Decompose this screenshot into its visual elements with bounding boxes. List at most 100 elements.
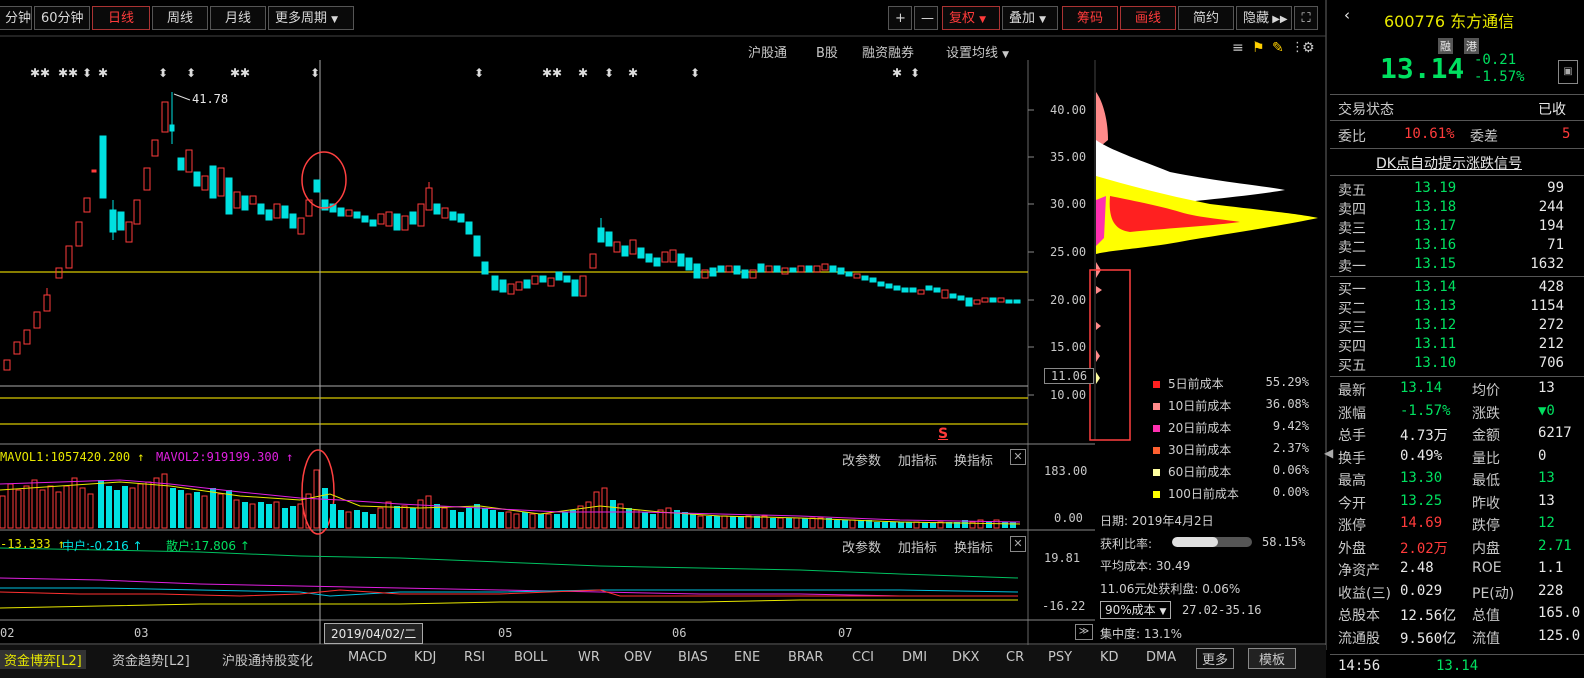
last-price: 13.14: [1380, 52, 1465, 85]
price-axis-label: 30.00: [1050, 197, 1087, 211]
close-icon[interactable]: ✕: [1010, 449, 1026, 465]
tab-cci[interactable]: CCI: [852, 650, 874, 665]
trade-status-label: 交易状态: [1338, 102, 1394, 118]
tab-dma[interactable]: DMA: [1146, 650, 1176, 665]
order-ratio-label: 委比: [1338, 129, 1366, 145]
bid-row-2: 买二 13.13 1154: [1338, 298, 1564, 317]
stat-value: 13.25: [1400, 492, 1443, 509]
x-axis-label: 05: [498, 626, 513, 640]
svg-text:✱: ✱: [628, 66, 638, 80]
tab-macd[interactable]: MACD: [348, 650, 387, 665]
tab-wr[interactable]: WR: [578, 650, 600, 665]
tab-dmi[interactable]: DMI: [902, 650, 927, 665]
volume-axis-label: 0.00: [1054, 511, 1083, 525]
scroll-right-icon[interactable]: ≫: [1075, 624, 1093, 640]
more-tabs-button[interactable]: 更多: [1196, 648, 1235, 669]
stat-label: 总手: [1338, 428, 1366, 444]
ask-row-5: 卖五 13.19 99: [1338, 180, 1564, 199]
cursor-date-label: 2019/04/02/二: [324, 623, 424, 644]
tab-boll[interactable]: BOLL: [514, 650, 547, 665]
stat-value: 0: [1538, 447, 1547, 464]
order-ratio-value: 10.61%: [1404, 126, 1455, 142]
tab-kd[interactable]: KD: [1100, 650, 1119, 665]
stock-code: 600776: [1384, 12, 1446, 31]
stat-value: 13: [1538, 470, 1555, 486]
tab-cr[interactable]: CR: [1006, 650, 1024, 665]
svg-text:✱✱: ✱✱: [58, 66, 78, 80]
stat-label: 最新: [1338, 383, 1366, 399]
scroll-left-icon[interactable]: ‹: [1344, 6, 1350, 24]
svg-text:⬍: ⬍: [186, 66, 196, 80]
cost-legend-item: 20日前成本 9.42%: [1153, 419, 1309, 437]
profit-at-price: 11.06元处获利盘: 0.06%: [1100, 582, 1241, 596]
stat-value: ▼0: [1538, 402, 1555, 419]
tab-obv[interactable]: OBV: [624, 650, 652, 665]
add-indicator-button-2[interactable]: 加指标: [898, 537, 937, 556]
price-change-pct: -1.57%: [1474, 69, 1525, 85]
tab-rsi[interactable]: RSI: [464, 650, 485, 665]
tab-fund-trend[interactable]: 资金趋势[L2]: [112, 650, 190, 669]
stat-label: 流值: [1472, 630, 1500, 647]
change-params-button[interactable]: 改参数: [842, 450, 881, 469]
stat-value: 228: [1538, 582, 1564, 599]
tick-price: 13.14: [1436, 658, 1479, 674]
legend-swatch: [1153, 491, 1160, 498]
tab-kdj[interactable]: KDJ: [414, 650, 436, 665]
legend-swatch: [1153, 447, 1160, 454]
svg-text:✱✱: ✱✱: [230, 66, 250, 80]
stat-label: 量比: [1472, 450, 1500, 467]
order-diff-value: 5: [1562, 126, 1571, 142]
stat-row: 总手 4.73万 金额 6217: [1338, 425, 1584, 445]
price-change: -0.21: [1474, 52, 1517, 68]
stat-row: 净资产 2.48 ROE 1.1: [1338, 560, 1584, 580]
ask-row-1: 卖一 13.15 1632: [1338, 256, 1564, 275]
price-axis-label: 10.00: [1050, 388, 1087, 402]
dk-signal-link[interactable]: DK点自动提示涨跌信号: [1376, 153, 1522, 173]
stat-row: 涨停 14.69 跌停 12: [1338, 515, 1584, 535]
stat-label: 净资产: [1338, 563, 1380, 579]
bid-row-4: 买四 13.11 212: [1338, 336, 1564, 355]
stat-label: 收益(三): [1338, 585, 1391, 602]
change-params-button-2[interactable]: 改参数: [842, 537, 881, 556]
bid-row-1: 买一 13.14 428: [1338, 279, 1564, 298]
mavol2-label: MAVOL2:919199.300 ↑: [156, 450, 294, 464]
close-icon[interactable]: ✕: [1010, 536, 1026, 552]
stat-row: 最新 13.14 均价 13: [1338, 380, 1584, 400]
stat-row: 最高 13.30 最低 13: [1338, 470, 1584, 490]
stat-label: 总股本: [1338, 608, 1380, 624]
tab-ene[interactable]: ENE: [734, 650, 760, 665]
stat-label: 内盘: [1472, 540, 1500, 557]
tab-fund-game[interactable]: 资金博弈[L2]: [0, 650, 86, 669]
ask-row-2: 卖二 13.16 71: [1338, 237, 1564, 256]
svg-text:✱: ✱: [98, 66, 108, 80]
tab-bias[interactable]: BIAS: [678, 650, 708, 665]
divider: [1330, 654, 1584, 655]
template-button[interactable]: 模板: [1248, 648, 1297, 669]
svg-text:⬍: ⬍: [310, 66, 320, 80]
profit-ratio-fill: [1172, 537, 1219, 547]
tab-psy[interactable]: PSY: [1048, 650, 1072, 665]
stat-value: 12: [1538, 515, 1555, 531]
svg-text:✱✱: ✱✱: [30, 66, 50, 80]
x-axis-label: 06: [672, 626, 687, 640]
stat-value: 13.30: [1400, 470, 1443, 486]
stat-value: 13: [1538, 492, 1555, 509]
tab-hk-holdings[interactable]: 沪股通持股变化: [222, 650, 313, 669]
indicator-axis-label: 19.81: [1044, 551, 1081, 565]
add-favorite-icon[interactable]: ▣: [1558, 60, 1578, 84]
cost-range-select[interactable]: 90%成本 ▼: [1100, 601, 1172, 619]
legend-swatch: [1153, 403, 1160, 410]
switch-indicator-button[interactable]: 换指标: [954, 450, 993, 469]
x-axis-label: 02: [0, 626, 15, 640]
profit-ratio-label: 获利比率:: [1100, 537, 1153, 551]
divider: [1330, 376, 1584, 377]
collapse-left-icon[interactable]: ◀: [1324, 446, 1333, 460]
x-axis-label: 03: [134, 626, 149, 640]
stat-row: 收益(三) 0.029 PE(动) 228: [1338, 583, 1584, 603]
switch-indicator-button-2[interactable]: 换指标: [954, 537, 993, 556]
tab-dkx[interactable]: DKX: [952, 650, 979, 665]
price-axis-label: 20.00: [1050, 293, 1087, 307]
add-indicator-button[interactable]: 加指标: [898, 450, 937, 469]
ask-row-4: 卖四 13.18 244: [1338, 199, 1564, 218]
tab-brar[interactable]: BRAR: [788, 650, 823, 665]
